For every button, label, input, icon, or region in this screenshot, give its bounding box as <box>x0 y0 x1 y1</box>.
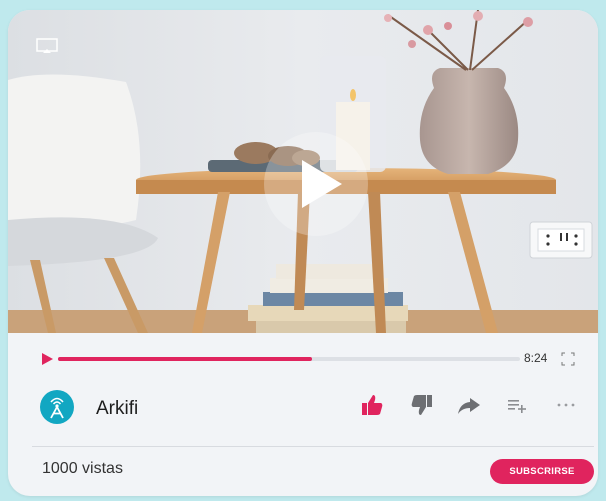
antenna-icon <box>50 397 64 419</box>
share-button[interactable] <box>456 392 482 418</box>
progress-bar[interactable] <box>58 357 520 361</box>
view-count: 1000 vistas <box>42 460 123 477</box>
like-button[interactable] <box>360 392 386 418</box>
video-frame[interactable] <box>8 10 598 333</box>
channel-avatar[interactable] <box>40 390 74 424</box>
add-to-playlist-button[interactable] <box>504 392 530 418</box>
playback-controls: 8:24 <box>8 344 598 372</box>
subscribe-button[interactable]: SUBSCRIRSE <box>490 459 594 484</box>
share-icon <box>458 398 480 414</box>
video-card: 8:24 Arkifi 1000 vistas SUBSCRIRSE <box>8 10 598 496</box>
more-horizontal-icon <box>557 403 575 407</box>
duration-label: 8:24 <box>524 351 548 365</box>
thumbs-up-icon <box>362 395 383 415</box>
channel-name[interactable]: Arkifi <box>96 398 138 420</box>
channel-row: Arkifi <box>8 386 598 430</box>
cast-icon[interactable] <box>36 38 58 54</box>
progress-fill <box>58 357 313 361</box>
play-button[interactable] <box>264 132 368 236</box>
more-button[interactable] <box>553 392 579 418</box>
play-icon <box>302 160 342 208</box>
dislike-button[interactable] <box>408 392 434 418</box>
thumbs-down-icon <box>411 395 432 415</box>
playlist-add-icon <box>508 400 526 413</box>
play-icon[interactable] <box>40 352 54 366</box>
fullscreen-icon[interactable] <box>561 352 575 366</box>
divider <box>32 446 594 447</box>
